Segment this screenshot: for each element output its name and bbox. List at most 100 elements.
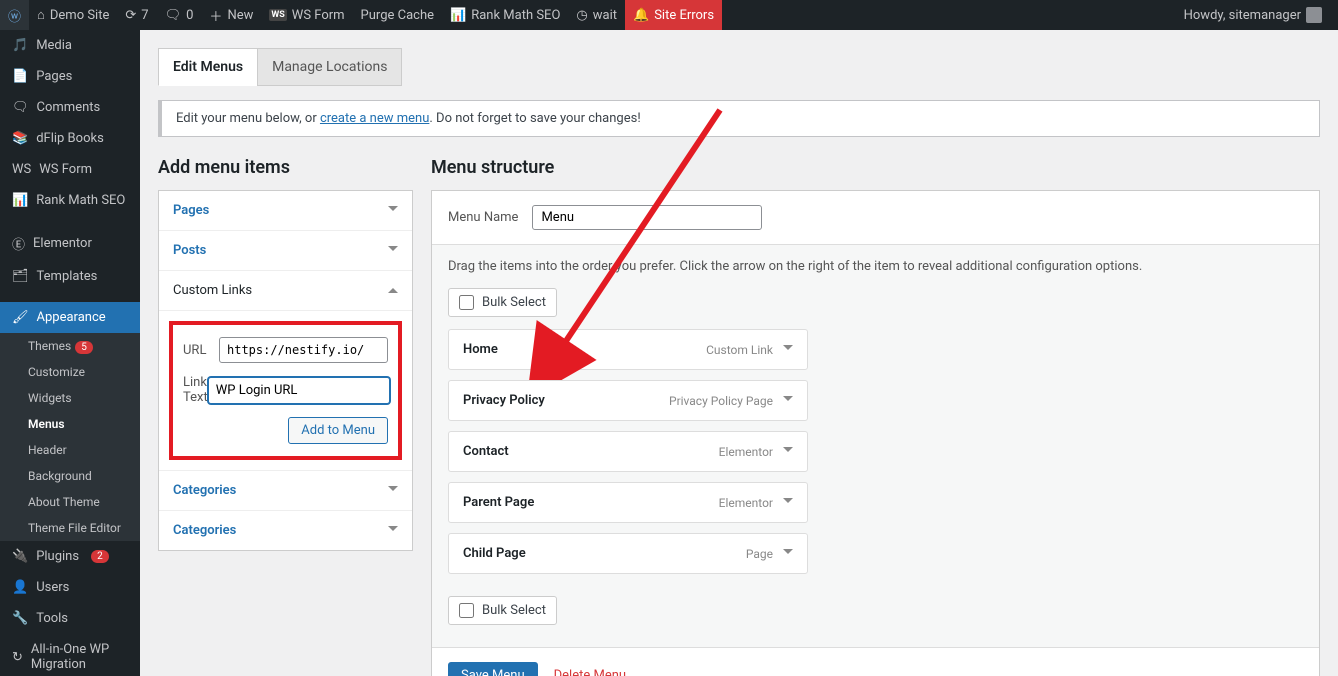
rankmath-label: Rank Math SEO	[471, 8, 560, 23]
menu-name-input[interactable]	[532, 205, 762, 230]
sidebar-item-dflip[interactable]: 📚dFlip Books	[0, 123, 140, 154]
acc-posts[interactable]: Posts	[159, 230, 412, 270]
link-text-label: Link Text	[183, 375, 208, 405]
menu-item-home[interactable]: Home Custom Link	[448, 329, 808, 370]
sidebar-item-plugins[interactable]: 🔌Plugins2	[0, 541, 140, 572]
sidebar-label: Users	[36, 580, 69, 595]
page-icon: 📄	[12, 69, 28, 84]
add-to-menu-button[interactable]: Add to Menu	[288, 417, 388, 444]
menu-item-contact[interactable]: Contact Elementor	[448, 431, 808, 472]
menu-item-type: Privacy Policy Page	[669, 394, 773, 408]
chart-icon: 📊	[450, 8, 466, 23]
menu-panel-body: Drag the items into the order you prefer…	[432, 245, 1319, 647]
clock-icon: ◷	[576, 8, 587, 23]
chevron-down-icon	[388, 206, 398, 216]
menu-item-name: Contact	[463, 444, 509, 459]
bulk-label: Bulk Select	[482, 603, 546, 618]
sidebar-item-media[interactable]: 🎵Media	[0, 30, 140, 61]
custom-text-input[interactable]	[208, 377, 390, 404]
acc-categories-1[interactable]: Categories	[159, 470, 412, 510]
site-errors-link[interactable]: 🔔Site Errors	[625, 0, 722, 30]
bulk-select-top[interactable]: Bulk Select	[448, 288, 557, 317]
sidebar-label: Plugins	[36, 549, 79, 564]
wait-link[interactable]: ◷ wait	[568, 0, 625, 30]
menu-name-label: Menu Name	[448, 210, 518, 225]
sidebar-item-comments[interactable]: 🗨Comments	[0, 92, 140, 123]
sub-background[interactable]: Background	[0, 463, 140, 489]
sidebar-item-users[interactable]: 👤Users	[0, 572, 140, 603]
new-link[interactable]: ＋New	[201, 0, 261, 30]
wordpress-icon: ⓦ	[8, 6, 21, 25]
site-link[interactable]: ⌂ Demo Site	[29, 0, 117, 30]
create-menu-link[interactable]: create a new menu	[320, 111, 429, 126]
menu-item-privacy[interactable]: Privacy Policy Privacy Policy Page	[448, 380, 808, 421]
sidebar-item-aiowpm[interactable]: ↻All-in-One WP Migration	[0, 634, 140, 676]
custom-links-body: URL Link Text Add to Menu	[159, 310, 412, 470]
bulk-checkbox[interactable]	[459, 295, 474, 310]
acc-label: Categories	[173, 523, 236, 538]
edit-notice: Edit your menu below, or create a new me…	[158, 100, 1320, 137]
custom-url-input[interactable]	[219, 337, 388, 363]
sub-about-theme[interactable]: About Theme	[0, 489, 140, 515]
menu-structure-column: Menu structure Menu Name Drag the items …	[431, 157, 1320, 676]
wait-label: wait	[593, 8, 617, 23]
chevron-down-icon[interactable]	[783, 549, 793, 559]
wsform-link[interactable]: WSWS Form	[261, 0, 352, 30]
menu-item-type: Custom Link	[706, 343, 773, 357]
acc-categories-2[interactable]: Categories	[159, 510, 412, 550]
sidebar-item-templates[interactable]: 🗂Templates	[0, 261, 140, 292]
wp-logo[interactable]: ⓦ	[0, 0, 29, 30]
home-icon: ⌂	[37, 7, 45, 23]
save-menu-button[interactable]: Save Menu	[448, 662, 538, 676]
tab-manage-locations[interactable]: Manage Locations	[257, 48, 402, 86]
site-errors-label: Site Errors	[654, 8, 714, 23]
delete-menu-link[interactable]: Delete Menu	[554, 668, 626, 676]
acc-custom-links[interactable]: Custom Links	[159, 270, 412, 310]
notice-pre: Edit your menu below, or	[176, 111, 320, 126]
sub-theme-editor[interactable]: Theme File Editor	[0, 515, 140, 541]
plus-icon: ＋	[209, 6, 222, 25]
bulk-label: Bulk Select	[482, 295, 546, 310]
sub-menus[interactable]: Menus	[0, 411, 140, 437]
bulk-select-bottom[interactable]: Bulk Select	[448, 596, 557, 625]
menu-item-parent[interactable]: Parent Page Elementor	[448, 482, 808, 523]
badge-count: 2	[91, 550, 109, 563]
bulk-checkbox[interactable]	[459, 603, 474, 618]
wrench-icon: 🔧	[12, 611, 28, 626]
chevron-down-icon	[388, 486, 398, 496]
menu-structure-title: Menu structure	[431, 157, 1320, 178]
menu-panel: Menu Name Drag the items into the order …	[431, 190, 1320, 676]
chevron-down-icon[interactable]	[783, 498, 793, 508]
sidebar-item-appearance[interactable]: 🖌Appearance	[0, 302, 140, 333]
menu-item-name: Parent Page	[463, 495, 534, 510]
sidebar-item-pages[interactable]: 📄Pages	[0, 61, 140, 92]
menu-item-child[interactable]: Child Page Page	[448, 533, 808, 574]
chevron-down-icon[interactable]	[783, 345, 793, 355]
sub-header[interactable]: Header	[0, 437, 140, 463]
updates-link[interactable]: ⟳7	[117, 0, 156, 30]
sub-themes[interactable]: Themes5	[0, 333, 140, 359]
sub-widgets[interactable]: Widgets	[0, 385, 140, 411]
site-name: Demo Site	[50, 8, 110, 23]
sidebar-item-elementor[interactable]: ⒺElementor	[0, 226, 140, 261]
acc-label: Pages	[173, 203, 209, 218]
tab-edit-menus[interactable]: Edit Menus	[158, 48, 258, 86]
menu-item-name: Home	[463, 342, 498, 357]
purge-cache-link[interactable]: Purge Cache	[353, 0, 442, 30]
comments-link[interactable]: 🗨0	[157, 0, 202, 30]
acc-pages[interactable]: Pages	[159, 191, 412, 230]
sub-customize[interactable]: Customize	[0, 359, 140, 385]
appearance-submenu: Themes5 Customize Widgets Menus Header B…	[0, 333, 140, 541]
chevron-down-icon[interactable]	[783, 447, 793, 457]
sidebar-label: WS Form	[39, 162, 92, 177]
sidebar-item-rankmath[interactable]: 📊Rank Math SEO	[0, 185, 140, 216]
comment-icon: 🗨	[12, 100, 29, 115]
sidebar-item-tools[interactable]: 🔧Tools	[0, 603, 140, 634]
acc-label: Posts	[173, 243, 206, 258]
howdy-link[interactable]: Howdy, sitemanager	[1176, 0, 1330, 30]
chevron-down-icon[interactable]	[783, 396, 793, 406]
migrate-icon: ↻	[12, 650, 23, 665]
sidebar-label: Media	[36, 38, 72, 53]
sidebar-item-wsform[interactable]: WSWS Form	[0, 154, 140, 185]
rankmath-link[interactable]: 📊 Rank Math SEO	[442, 0, 568, 30]
